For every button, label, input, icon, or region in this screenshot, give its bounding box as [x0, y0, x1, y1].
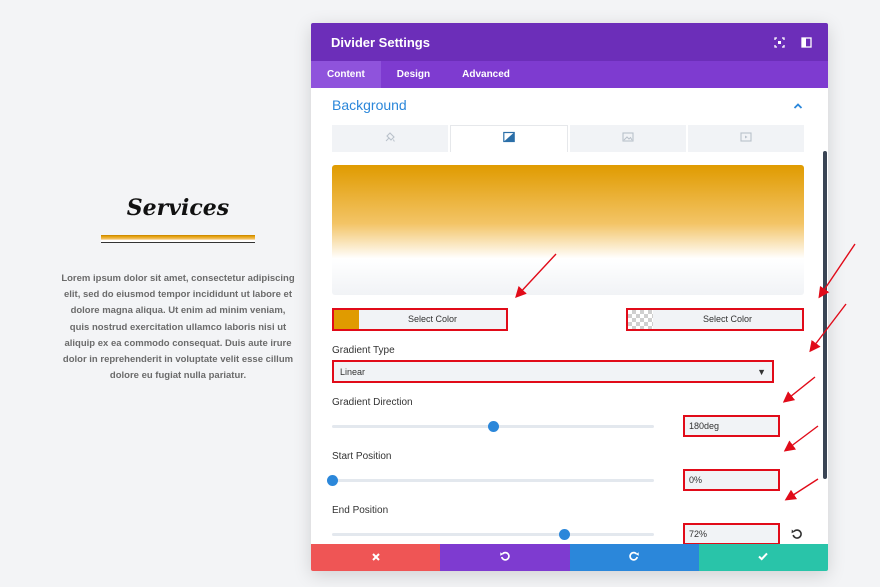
image-icon — [622, 130, 634, 148]
background-type-tabs — [332, 125, 804, 152]
end-position-input-wrap: 72% — [683, 522, 804, 545]
modal-header: Divider Settings — [311, 23, 828, 61]
end-position-slider[interactable] — [332, 528, 654, 540]
redo-button[interactable] — [569, 544, 699, 571]
tab-content[interactable]: Content — [311, 61, 381, 88]
header-icons — [774, 36, 812, 48]
gradient-start-color-picker[interactable]: Select Color — [332, 308, 508, 331]
tab-design[interactable]: Design — [381, 61, 446, 88]
slider-thumb[interactable] — [488, 420, 499, 432]
end-color-label: Select Color — [702, 314, 753, 324]
start-position-input-wrap: 0% — [683, 468, 804, 491]
modal-tabs: Content Design Advanced — [311, 61, 828, 88]
start-position-label: Start Position — [332, 451, 392, 462]
video-icon — [740, 130, 752, 148]
modal-footer — [311, 544, 828, 571]
bg-tab-color[interactable] — [332, 125, 448, 152]
slider-thumb[interactable] — [558, 528, 570, 540]
bg-tab-video[interactable] — [688, 125, 804, 152]
fullscreen-icon[interactable] — [774, 36, 785, 48]
slider-track — [332, 532, 654, 536]
gradient-direction-input[interactable]: 180deg — [683, 414, 780, 437]
section-header[interactable]: Background — [332, 88, 804, 122]
save-check-icon — [757, 549, 769, 567]
start-position-row: 0% — [327, 468, 804, 491]
module-preview: Services Lorem ipsum dolor sit amet, con… — [60, 195, 296, 384]
cancel-button[interactable] — [311, 544, 441, 571]
bg-tab-gradient[interactable] — [450, 125, 568, 152]
end-position-input[interactable]: 72% — [683, 522, 780, 545]
scrollbar[interactable] — [823, 151, 827, 479]
gradient-colors-row: Select Color Select Color — [332, 308, 804, 331]
end-position-row: 72% — [332, 522, 804, 545]
gradient-type-select[interactable]: Linear ▼ — [332, 360, 774, 383]
preview-heading: Services — [126, 195, 230, 221]
preview-divider — [101, 235, 255, 243]
chevron-up-icon[interactable] — [792, 99, 804, 111]
undo-icon — [499, 549, 511, 567]
gradient-direction-row: 180deg — [332, 414, 804, 437]
save-button[interactable] — [698, 544, 828, 571]
gradient-icon — [503, 130, 515, 148]
slider-track — [332, 478, 654, 482]
paint-bucket-icon — [384, 130, 396, 148]
gradient-direction-input-wrap: 180deg — [683, 414, 804, 437]
modal-title: Divider Settings — [331, 34, 430, 50]
end-position-label: End Position — [332, 505, 389, 516]
section-title: Background — [332, 97, 407, 113]
gradient-end-color-picker[interactable]: Select Color — [626, 308, 804, 331]
slider-thumb[interactable] — [327, 474, 338, 486]
tab-advanced[interactable]: Advanced — [446, 61, 526, 88]
dropdown-arrow-icon: ▼ — [757, 366, 766, 377]
start-position-slider[interactable] — [327, 474, 654, 486]
end-color-swatch — [628, 310, 653, 329]
redo-icon — [628, 549, 640, 567]
start-position-input[interactable]: 0% — [683, 468, 780, 491]
gradient-preview — [332, 165, 804, 295]
divider-settings-modal: Divider Settings Content Design Advanced… — [311, 23, 828, 571]
gradient-type-value: Linear — [340, 366, 366, 377]
preview-body-text: Lorem ipsum dolor sit amet, consectetur … — [61, 273, 295, 382]
sidebar-toggle-icon[interactable] — [801, 36, 812, 48]
gradient-direction-slider[interactable] — [332, 420, 654, 432]
cancel-icon — [371, 549, 381, 567]
bg-tab-image[interactable] — [570, 125, 686, 152]
start-color-swatch — [334, 310, 359, 329]
gradient-direction-label: Gradient Direction — [332, 397, 413, 408]
background-section: Background Select Color Select Color Gra… — [311, 88, 828, 545]
gradient-type-label: Gradient Type — [332, 345, 395, 356]
reset-icon[interactable] — [790, 527, 804, 541]
start-color-label: Select Color — [407, 314, 458, 324]
undo-button[interactable] — [440, 544, 570, 571]
